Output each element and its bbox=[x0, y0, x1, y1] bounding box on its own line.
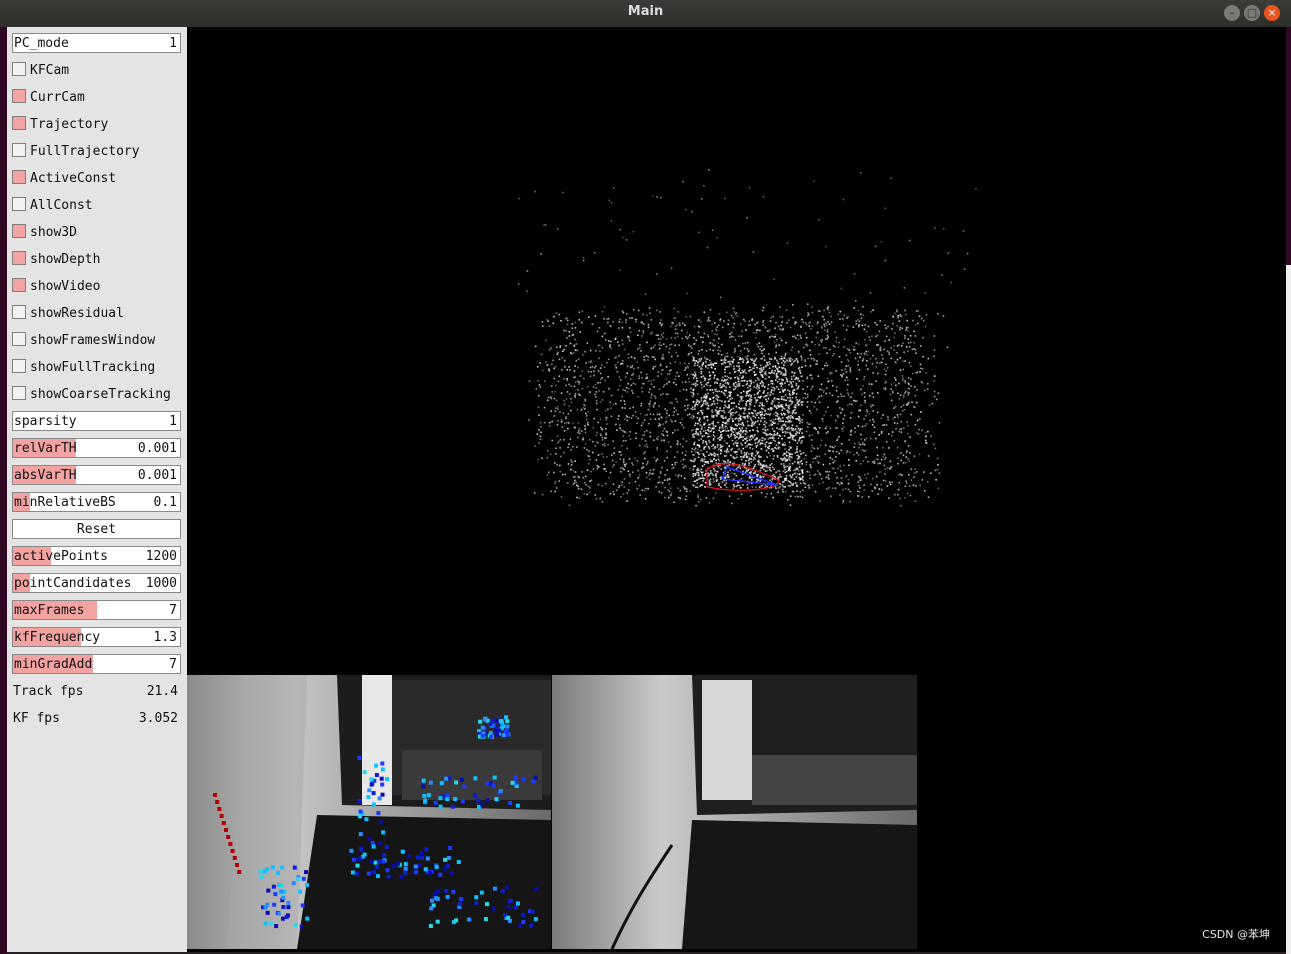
checkbox-showdepth[interactable] bbox=[12, 251, 26, 265]
pc-mode-label: PC_mode bbox=[14, 36, 69, 51]
slider-mingradadd[interactable]: minGradAdd 7 bbox=[12, 654, 181, 674]
slider-label: maxFrames bbox=[14, 603, 85, 618]
video-strip: CSDN @苯坤 bbox=[187, 675, 1286, 952]
checkbox-label: showDepth bbox=[30, 252, 101, 267]
checkbox-currcam[interactable] bbox=[12, 89, 26, 103]
checkbox-label: KFCam bbox=[30, 63, 70, 78]
checkbox-row-allconst[interactable]: AllConst bbox=[12, 195, 181, 215]
slider-relvarth[interactable]: relVarTH 0.001 bbox=[12, 438, 181, 458]
checkbox-row-trajectory[interactable]: Trajectory bbox=[12, 114, 181, 134]
sparsity-field[interactable]: sparsity 1 bbox=[12, 411, 181, 431]
checkbox-showfulltracking[interactable] bbox=[12, 359, 26, 373]
minimize-icon[interactable]: – bbox=[1224, 5, 1240, 21]
slider-value: 1200 bbox=[145, 549, 177, 564]
checkbox-row-showcoarsetracking[interactable]: showCoarseTracking bbox=[12, 384, 181, 404]
checkbox-row-showdepth[interactable]: showDepth bbox=[12, 249, 181, 269]
window-title: Main bbox=[627, 4, 664, 19]
close-icon[interactable]: × bbox=[1264, 5, 1280, 21]
slider-label: pointCandidates bbox=[14, 576, 132, 591]
checkbox-activeconst[interactable] bbox=[12, 170, 26, 184]
checkbox-showcoarsetracking[interactable] bbox=[12, 386, 26, 400]
pc-mode-value: 1 bbox=[169, 36, 177, 51]
window-titlebar[interactable]: Main – □ × bbox=[0, 0, 1291, 28]
checkbox-showresidual[interactable] bbox=[12, 305, 26, 319]
slider-label: relVarTH bbox=[14, 441, 77, 456]
background-terminal-left bbox=[0, 27, 7, 954]
checkbox-row-showvideo[interactable]: showVideo bbox=[12, 276, 181, 296]
pc-mode-field[interactable]: PC_mode 1 bbox=[12, 33, 181, 53]
checkbox-row-showresidual[interactable]: showResidual bbox=[12, 303, 181, 323]
maximize-icon[interactable]: □ bbox=[1244, 5, 1260, 21]
stat-label: KF fps bbox=[13, 711, 60, 726]
sparsity-value: 1 bbox=[169, 414, 177, 429]
slider-label: absVarTH bbox=[14, 468, 77, 483]
checkbox-label: show3D bbox=[30, 225, 77, 240]
slider-value: 0.1 bbox=[153, 495, 177, 510]
sparsity-label: sparsity bbox=[14, 414, 77, 429]
checkbox-showframeswindow[interactable] bbox=[12, 332, 26, 346]
checkbox-fulltrajectory[interactable] bbox=[12, 143, 26, 157]
checkbox-label: AllConst bbox=[30, 198, 93, 213]
slider-activepoints[interactable]: activePoints 1200 bbox=[12, 546, 181, 566]
checkbox-row-show3d[interactable]: show3D bbox=[12, 222, 181, 242]
slider-minrelativebs[interactable]: minRelativeBS 0.1 bbox=[12, 492, 181, 512]
stat-value: 3.052 bbox=[138, 711, 178, 726]
checkbox-row-activeconst[interactable]: ActiveConst bbox=[12, 168, 181, 188]
checkbox-row-currcam[interactable]: CurrCam bbox=[12, 87, 181, 107]
video-frame-raw bbox=[552, 675, 917, 949]
slider-label: kfFrequency bbox=[14, 630, 101, 645]
settings-panel: PC_mode 1 KFCam CurrCam Trajectory FullTraj… bbox=[7, 27, 187, 952]
checkbox-label: showFramesWindow bbox=[30, 333, 156, 348]
slider-label: minRelativeBS bbox=[14, 495, 116, 510]
slider-value: 0.001 bbox=[137, 441, 177, 456]
checkbox-label: ActiveConst bbox=[30, 171, 117, 186]
slider-label: minGradAdd bbox=[14, 657, 93, 672]
checkbox-label: FullTrajectory bbox=[30, 144, 140, 159]
slider-value: 0.001 bbox=[137, 468, 177, 483]
checkbox-row-showfulltracking[interactable]: showFullTracking bbox=[12, 357, 181, 377]
checkbox-label: showVideo bbox=[30, 279, 101, 294]
video-frame-tracked bbox=[187, 675, 551, 949]
checkbox-allconst[interactable] bbox=[12, 197, 26, 211]
checkbox-label: showCoarseTracking bbox=[30, 387, 171, 402]
background-window-right bbox=[1286, 265, 1291, 954]
checkbox-row-fulltrajectory[interactable]: FullTrajectory bbox=[12, 141, 181, 161]
checkbox-label: showResidual bbox=[30, 306, 124, 321]
stat-track-fps: Track fps 21.4 bbox=[12, 681, 181, 701]
slider-value: 7 bbox=[169, 603, 177, 618]
slider-value: 7 bbox=[169, 657, 177, 672]
checkbox-row-kfcam[interactable]: KFCam bbox=[12, 60, 181, 80]
reset-button[interactable]: Reset bbox=[12, 519, 181, 539]
checkbox-kfcam[interactable] bbox=[12, 62, 26, 76]
point-cloud-canvas bbox=[518, 169, 977, 507]
checkbox-row-showframeswindow[interactable]: showFramesWindow bbox=[12, 330, 181, 350]
slider-value: 1.3 bbox=[153, 630, 177, 645]
checkbox-trajectory[interactable] bbox=[12, 116, 26, 130]
slider-kffrequency[interactable]: kfFrequency 1.3 bbox=[12, 627, 181, 647]
checkbox-showvideo[interactable] bbox=[12, 278, 26, 292]
stat-label: Track fps bbox=[13, 684, 84, 699]
stat-value: 21.4 bbox=[146, 684, 178, 699]
slider-pointcandidates[interactable]: pointCandidates 1000 bbox=[12, 573, 181, 593]
3d-point-cloud-view[interactable] bbox=[187, 27, 1286, 675]
checkbox-label: Trajectory bbox=[30, 117, 109, 132]
checkbox-show3d[interactable] bbox=[12, 224, 26, 238]
stat-kf-fps: KF fps 3.052 bbox=[12, 708, 181, 728]
slider-maxframes[interactable]: maxFrames 7 bbox=[12, 600, 181, 620]
checkbox-label: showFullTracking bbox=[30, 360, 156, 375]
slider-absvarth[interactable]: absVarTH 0.001 bbox=[12, 465, 181, 485]
slider-label: activePoints bbox=[14, 549, 108, 564]
checkbox-label: CurrCam bbox=[30, 90, 85, 105]
slider-value: 1000 bbox=[145, 576, 177, 591]
watermark-text: CSDN @苯坤 bbox=[1202, 928, 1270, 941]
